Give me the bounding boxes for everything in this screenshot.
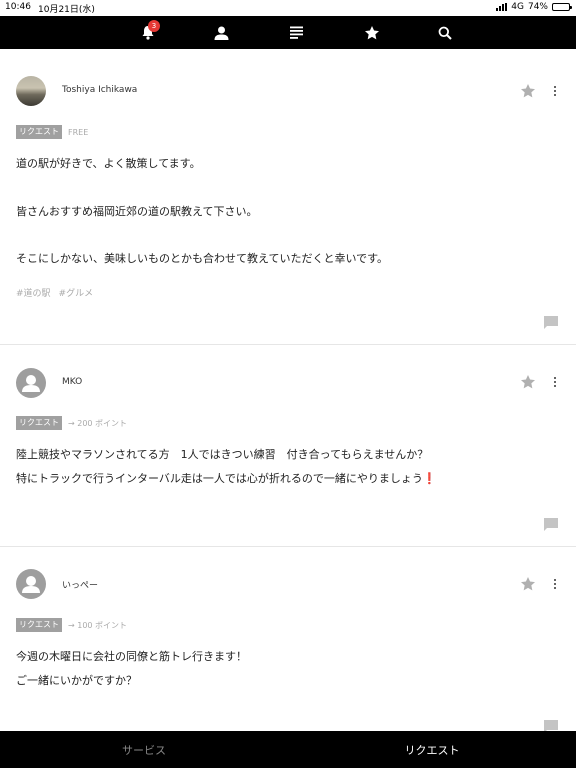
- comment-icon[interactable]: [544, 316, 558, 329]
- post-card: MKO リクエスト → 200 ポイント 陸上競技やマラソンされてる方 1人では…: [0, 346, 576, 547]
- comment-icon[interactable]: [544, 720, 558, 731]
- tab-request[interactable]: リクエスト: [288, 731, 576, 768]
- favorites-button[interactable]: [352, 16, 392, 49]
- request-tag: リクエスト: [16, 416, 62, 430]
- post-line: 道の駅が好きで、よく散策してます。: [16, 157, 201, 170]
- hashtag[interactable]: #道の駅: [16, 286, 51, 299]
- reward-label: → 200 ポイント: [68, 418, 128, 428]
- network-label: 4G: [511, 2, 524, 12]
- status-date: 10月21日(水): [38, 5, 95, 15]
- battery-percent: 74%: [527, 2, 548, 12]
- bottom-tab-bar: サービス リクエスト: [0, 731, 576, 768]
- username[interactable]: Toshiya Ichikawa: [62, 85, 137, 95]
- top-nav: 3: [0, 16, 576, 49]
- avatar[interactable]: [16, 569, 46, 599]
- post-line: 陸上競技やマラソンされてる方 1人ではきつい練習 付き合ってもらえませんか？: [16, 448, 429, 461]
- profile-button[interactable]: [201, 16, 241, 49]
- hashtag[interactable]: #グルメ: [59, 286, 94, 299]
- avatar[interactable]: [16, 368, 46, 398]
- post-card: Toshiya Ichikawa リクエスト FREE 道の駅が好きで、よく散策…: [0, 49, 576, 345]
- notification-badge: 3: [148, 20, 160, 32]
- reward-label: FREE: [68, 127, 89, 137]
- post-line: そこにしかない、美味しいものとかも合わせて教えていただくと幸いです。: [16, 252, 389, 265]
- post-card: いっぺー リクエスト → 100 ポイント 今週の木曜日に会社の同僚と筋トレ行き…: [0, 548, 576, 731]
- reward-label: → 100 ポイント: [68, 620, 128, 630]
- star-icon[interactable]: [520, 576, 536, 592]
- request-tag: リクエスト: [16, 618, 62, 632]
- notifications-button[interactable]: 3: [128, 16, 168, 49]
- status-bar: 10:46 10月21日(水) 4G 74%: [0, 0, 576, 16]
- star-icon[interactable]: [520, 83, 536, 99]
- post-line: ご一緒にいかがですか？: [16, 674, 137, 687]
- feed-list-button[interactable]: [276, 16, 316, 49]
- user-icon: [214, 26, 228, 40]
- avatar[interactable]: [16, 76, 46, 106]
- default-avatar-icon: [22, 576, 40, 593]
- search-icon: [438, 26, 452, 40]
- post-tags: リクエスト → 100 ポイント: [16, 618, 127, 632]
- comment-icon[interactable]: [544, 518, 558, 531]
- request-feed[interactable]: Toshiya Ichikawa リクエスト FREE 道の駅が好きで、よく散策…: [0, 49, 576, 731]
- status-time: 10:46: [5, 2, 31, 12]
- signal-icon: [496, 3, 508, 11]
- more-options-icon[interactable]: [552, 84, 558, 98]
- hashtag-list: #道の駅 #グルメ: [16, 286, 93, 299]
- post-line: 今週の木曜日に会社の同僚と筋トレ行きます！: [16, 650, 247, 663]
- list-icon: [289, 26, 303, 39]
- more-options-icon[interactable]: [552, 577, 558, 591]
- username[interactable]: いっぺー: [62, 578, 98, 591]
- request-tag: リクエスト: [16, 125, 62, 139]
- battery-icon: [552, 3, 572, 11]
- default-avatar-icon: [22, 375, 40, 392]
- more-options-icon[interactable]: [552, 375, 558, 389]
- star-icon[interactable]: [520, 374, 536, 390]
- post-tags: リクエスト → 200 ポイント: [16, 416, 127, 430]
- username[interactable]: MKO: [62, 377, 82, 387]
- star-icon: [365, 25, 379, 39]
- post-line: 特にトラックで行うインターバル走は一人では心が折れるので一緒にやりましょう❗: [16, 472, 437, 485]
- status-indicators: 4G 74%: [496, 2, 572, 12]
- post-line: 皆さんおすすめ福岡近郊の道の駅教えて下さい。: [16, 205, 258, 218]
- post-tags: リクエスト FREE: [16, 125, 88, 139]
- search-button[interactable]: [425, 16, 465, 49]
- tab-service[interactable]: サービス: [0, 731, 288, 768]
